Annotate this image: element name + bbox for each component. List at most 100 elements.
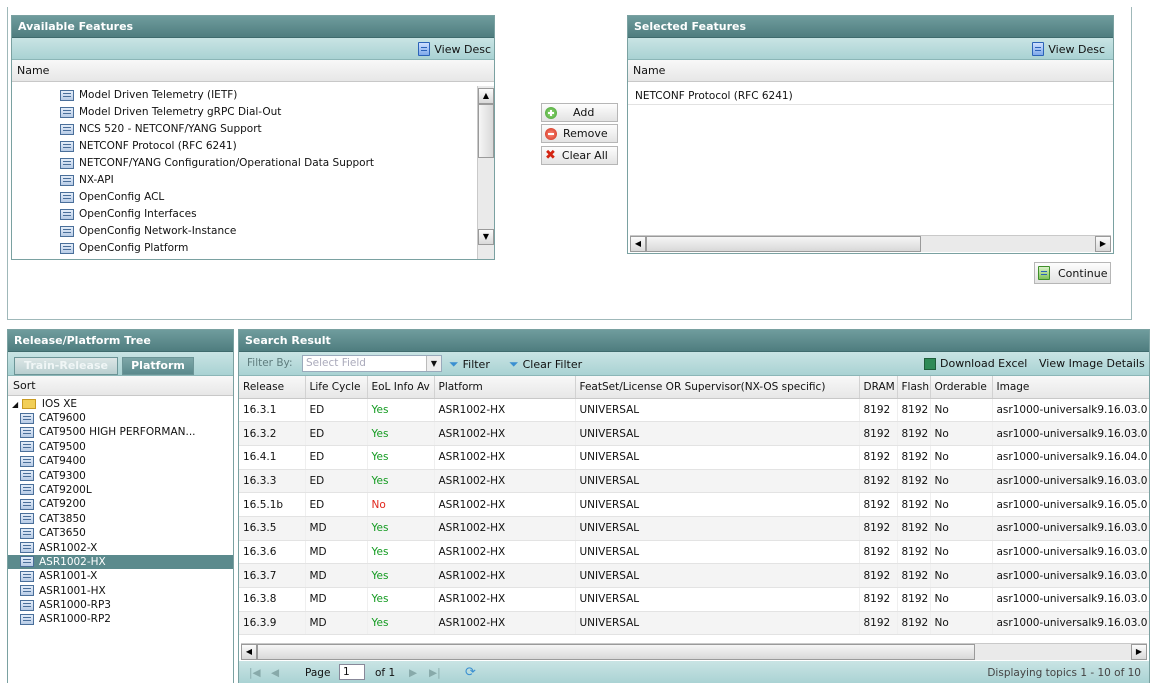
- continue-button[interactable]: Continue: [1034, 262, 1111, 284]
- search-scroll-thumb[interactable]: [257, 644, 975, 660]
- tree-item[interactable]: CAT9500 HIGH PERFORMAN...: [8, 425, 233, 439]
- tree-item[interactable]: ASR1000-RP3: [8, 598, 233, 612]
- available-feature-item[interactable]: NETCONF/YANG Configuration/Operational D…: [60, 155, 478, 172]
- table-row[interactable]: 16.3.7 MD Yes ASR1002-HX UNIVERSAL 8192 8192 No…: [239, 563, 1149, 588]
- tree-item-label: ASR1001-HX: [39, 584, 106, 597]
- tree-item-label: CAT9500: [39, 440, 86, 453]
- table-row[interactable]: 16.3.8 MD Yes ASR1002-HX UNIVERSAL 8192 8192 No…: [239, 587, 1149, 612]
- filter-button[interactable]: ⏷ Filter: [449, 357, 490, 372]
- table-cell: 8192: [859, 445, 898, 470]
- available-feature-item[interactable]: NETCONF Protocol (RFC 6241): [60, 138, 478, 155]
- platform-icon: [20, 527, 34, 539]
- prev-page-icon[interactable]: ◀: [271, 667, 279, 679]
- available-feature-item[interactable]: OpenConfig Platform: [60, 240, 478, 257]
- tree-item[interactable]: CAT9300: [8, 469, 233, 483]
- available-feature-item[interactable]: Model Driven Telemetry gRPC Dial-Out: [60, 104, 478, 121]
- available-feature-item[interactable]: NCS 520 - NETCONF/YANG Support: [60, 121, 478, 138]
- remove-button[interactable]: Remove: [541, 124, 618, 143]
- available-feature-item[interactable]: OpenConfig Network-Instance: [60, 223, 478, 240]
- page-number-input[interactable]: 1: [339, 664, 365, 680]
- chevron-down-icon[interactable]: ▼: [426, 356, 441, 371]
- table-row[interactable]: 16.3.6 MD Yes ASR1002-HX UNIVERSAL 8192 8192 No…: [239, 540, 1149, 565]
- tab-train-release[interactable]: Train-Release: [14, 357, 118, 375]
- tree-item[interactable]: ASR1001-HX: [8, 584, 233, 598]
- scroll-right-icon[interactable]: ▶: [1131, 644, 1147, 660]
- scroll-right-icon[interactable]: ▶: [1095, 236, 1111, 252]
- table-cell: Yes: [367, 516, 435, 541]
- available-feature-item[interactable]: NX-API: [60, 172, 478, 189]
- selected-view-desc-button[interactable]: View Desc: [1032, 42, 1105, 56]
- last-page-icon[interactable]: ▶|: [429, 667, 441, 679]
- tree-item[interactable]: ASR1000-RP2: [8, 612, 233, 626]
- tree-item-label: CAT9400: [39, 455, 86, 468]
- table-row[interactable]: 16.5.1b ED No ASR1002-HX UNIVERSAL 8192 8192 No…: [239, 492, 1149, 517]
- table-row[interactable]: 16.4.1 ED Yes ASR1002-HX UNIVERSAL 8192 8192 No…: [239, 445, 1149, 470]
- tree-item[interactable]: CAT3650: [8, 526, 233, 540]
- column-header[interactable]: Flash: [897, 376, 931, 399]
- tree-item[interactable]: CAT9500: [8, 440, 233, 454]
- view-image-details-link[interactable]: View Image Details: [1039, 357, 1145, 370]
- scroll-up-icon[interactable]: ▲: [478, 88, 494, 104]
- search-result-title: Search Result: [239, 330, 1149, 352]
- tree-item[interactable]: CAT9400: [8, 454, 233, 468]
- table-cell: ASR1002-HX: [434, 445, 576, 470]
- tree-item[interactable]: CAT3850: [8, 512, 233, 526]
- search-horizontal-scrollbar[interactable]: ◀ ▶: [241, 643, 1147, 660]
- add-button[interactable]: Add: [541, 103, 618, 122]
- scroll-down-icon[interactable]: ▼: [478, 229, 494, 245]
- expand-triangle-icon[interactable]: ◢: [12, 400, 18, 409]
- tree-item[interactable]: CAT9200: [8, 497, 233, 511]
- available-feature-item[interactable]: Model Driven Telemetry (IETF): [60, 87, 478, 104]
- table-cell: UNIVERSAL: [575, 563, 860, 588]
- tab-platform[interactable]: Platform: [122, 357, 194, 375]
- column-header[interactable]: Release: [239, 376, 306, 399]
- column-header[interactable]: EoL Info Av: [367, 376, 435, 399]
- tree-sort-header[interactable]: Sort: [8, 376, 233, 396]
- selected-name-header[interactable]: Name: [628, 60, 1113, 82]
- scroll-left-icon[interactable]: ◀: [630, 236, 646, 252]
- available-name-header[interactable]: Name: [12, 60, 494, 82]
- available-feature-item[interactable]: OpenConfig ACL: [60, 189, 478, 206]
- tree-item-label: ASR1001-X: [39, 570, 98, 583]
- available-vertical-scrollbar[interactable]: ▲ ▼: [477, 86, 494, 259]
- tree-item[interactable]: ASR1002-HX: [8, 554, 233, 570]
- refresh-icon[interactable]: ⟳: [465, 665, 476, 680]
- clear-filter-button[interactable]: ⏷ Clear Filter: [509, 357, 582, 372]
- download-excel-button[interactable]: Download Excel: [924, 357, 1027, 370]
- search-toolbar: Filter By: Select Field ▼ ⏷ Filter ⏷ Cle…: [239, 352, 1149, 376]
- selected-features-panel: Selected Features View Desc Name NETCONF…: [627, 15, 1114, 254]
- column-header[interactable]: Orderable: [930, 376, 993, 399]
- selected-horizontal-scrollbar[interactable]: ◀ ▶: [630, 235, 1111, 252]
- column-header[interactable]: FeatSet/License OR Supervisor(NX-OS spec…: [575, 376, 860, 399]
- selected-feature-item[interactable]: NETCONF Protocol (RFC 6241): [628, 88, 1113, 105]
- column-header[interactable]: DRAM: [859, 376, 898, 399]
- table-row[interactable]: 16.3.9 MD Yes ASR1002-HX UNIVERSAL 8192 8192 No…: [239, 611, 1149, 636]
- next-page-icon[interactable]: ▶: [409, 667, 417, 679]
- table-cell: 16.3.7: [239, 563, 306, 588]
- column-header[interactable]: Image: [992, 376, 1149, 399]
- tree-root[interactable]: ◢ IOS XE: [8, 398, 233, 411]
- table-cell: asr1000-universalk9.16.05.0: [992, 492, 1149, 517]
- column-header[interactable]: Platform: [434, 376, 576, 399]
- available-scroll-thumb[interactable]: [478, 104, 494, 158]
- available-feature-label: NETCONF/YANG Configuration/Operational D…: [79, 157, 375, 169]
- available-view-desc-button[interactable]: View Desc: [418, 42, 491, 56]
- first-page-icon[interactable]: |◀: [249, 667, 261, 679]
- scroll-left-icon[interactable]: ◀: [241, 644, 257, 660]
- table-row[interactable]: 16.3.2 ED Yes ASR1002-HX UNIVERSAL 8192 8192 No…: [239, 421, 1149, 446]
- selected-view-desc-label: View Desc: [1048, 42, 1105, 56]
- tree-item[interactable]: ASR1002-X: [8, 541, 233, 555]
- table-body: 16.3.1 ED Yes ASR1002-HX UNIVERSAL 8192 8192 No…: [239, 398, 1149, 636]
- filter-field-select[interactable]: Select Field ▼: [302, 355, 442, 372]
- table-row[interactable]: 16.3.5 MD Yes ASR1002-HX UNIVERSAL 8192 8192 No…: [239, 516, 1149, 541]
- table-row[interactable]: 16.3.3 ED Yes ASR1002-HX UNIVERSAL 8192 8192 No…: [239, 469, 1149, 494]
- tree-item[interactable]: ASR1001-X: [8, 569, 233, 583]
- tree-item[interactable]: CAT9200L: [8, 483, 233, 497]
- tree-item-label: CAT3850: [39, 512, 86, 525]
- tree-item[interactable]: CAT9600: [8, 411, 233, 425]
- table-row[interactable]: 16.3.1 ED Yes ASR1002-HX UNIVERSAL 8192 8192 No…: [239, 398, 1149, 423]
- available-feature-item[interactable]: OpenConfig Interfaces: [60, 206, 478, 223]
- column-header[interactable]: Life Cycle: [305, 376, 368, 399]
- clear-all-button[interactable]: ✖ Clear All: [541, 146, 618, 165]
- selected-scroll-thumb[interactable]: [646, 236, 921, 252]
